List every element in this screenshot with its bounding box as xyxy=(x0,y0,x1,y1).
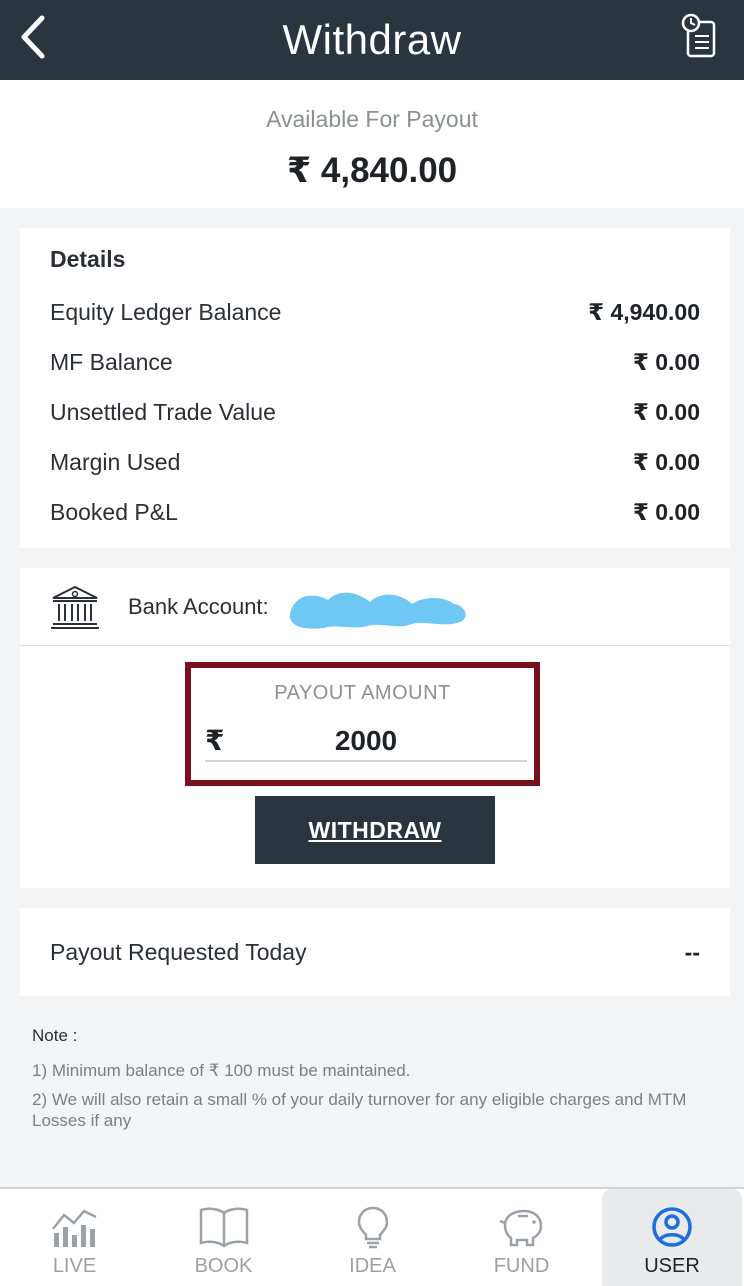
detail-row-mf-balance: MF Balance ₹ 0.00 xyxy=(50,345,700,379)
bank-account-row: Bank Account: xyxy=(20,568,730,646)
payout-amount-box: PAYOUT AMOUNT ₹ xyxy=(185,662,540,786)
detail-value: ₹ 0.00 xyxy=(632,398,700,425)
detail-row-booked-pnl: Booked P&L ₹ 0.00 xyxy=(50,495,700,529)
details-card: Details Equity Ledger Balance ₹ 4,940.00… xyxy=(20,228,730,548)
piggy-bank-icon xyxy=(499,1209,542,1247)
nav-label: IDEA xyxy=(349,1255,396,1277)
withdraw-button[interactable]: WITHDRAW xyxy=(255,796,495,864)
redacted-account-number xyxy=(289,592,466,629)
detail-value: ₹ 0.00 xyxy=(632,498,700,525)
payout-requested-card: Payout Requested Today -- xyxy=(20,908,730,996)
nav-item-fund[interactable]: FUND xyxy=(447,1189,596,1286)
detail-label: Booked P&L xyxy=(50,498,178,525)
details-heading: Details xyxy=(50,246,126,272)
history-button[interactable] xyxy=(680,12,720,60)
header-bar: Withdraw xyxy=(0,0,744,80)
available-payout-label: Available For Payout xyxy=(266,106,478,132)
detail-value: ₹ 0.00 xyxy=(632,448,700,475)
available-payout-amount: ₹ 4,840.00 xyxy=(286,151,458,190)
nav-item-book[interactable]: BOOK xyxy=(149,1189,298,1286)
nav-label: USER xyxy=(644,1255,700,1277)
nav-label: FUND xyxy=(493,1255,550,1277)
nav-item-live[interactable]: LIVE xyxy=(0,1189,149,1286)
chart-bars-icon xyxy=(51,1209,97,1247)
available-payout-section: Available For Payout ₹ 4,840.00 xyxy=(0,80,744,208)
nav-item-user[interactable]: USER xyxy=(602,1189,742,1286)
bank-icon xyxy=(51,585,99,629)
nav-label: LIVE xyxy=(52,1255,97,1277)
payout-requested-label: Payout Requested Today xyxy=(50,938,307,965)
notes-title: Note : xyxy=(32,1026,78,1045)
history-list-icon xyxy=(681,13,716,58)
bottom-nav: LIVE BOOK IDEA FUND USER xyxy=(0,1187,744,1286)
detail-row-margin-used: Margin Used ₹ 0.00 xyxy=(50,445,700,479)
user-icon xyxy=(652,1207,692,1247)
note-line: 1) Minimum balance of ₹ 100 must be main… xyxy=(32,1061,411,1080)
payout-amount-input[interactable] xyxy=(205,722,527,762)
chevron-left-icon xyxy=(21,15,45,59)
detail-label: Unsettled Trade Value xyxy=(50,398,276,425)
nav-item-idea[interactable]: IDEA xyxy=(298,1189,447,1286)
page-title: Withdraw xyxy=(282,16,462,63)
detail-value: ₹ 4,940.00 xyxy=(588,298,700,325)
book-icon xyxy=(199,1207,248,1248)
payout-requested-value: -- xyxy=(684,938,700,965)
back-button[interactable] xyxy=(14,14,54,60)
notes-section: Note : 1) Minimum balance of ₹ 100 must … xyxy=(32,1026,704,1131)
payout-amount-label: PAYOUT AMOUNT xyxy=(274,682,451,704)
detail-label: Margin Used xyxy=(50,448,181,475)
payout-requested-row: Payout Requested Today -- xyxy=(50,935,700,969)
detail-value: ₹ 0.00 xyxy=(632,348,700,375)
nav-label: BOOK xyxy=(194,1255,253,1277)
detail-row-unsettled-trade: Unsettled Trade Value ₹ 0.00 xyxy=(50,395,700,429)
bank-account-label: Bank Account: xyxy=(128,594,269,619)
detail-label: Equity Ledger Balance xyxy=(50,298,282,325)
note-line: 2) We will also retain a small % of your… xyxy=(32,1090,687,1130)
bulb-icon xyxy=(357,1206,388,1249)
detail-label: MF Balance xyxy=(50,348,173,375)
detail-row-equity-ledger: Equity Ledger Balance ₹ 4,940.00 xyxy=(50,295,700,329)
bank-payout-card: Bank Account: PAYOUT AMOUNT ₹ WITHDRAW xyxy=(20,568,730,888)
